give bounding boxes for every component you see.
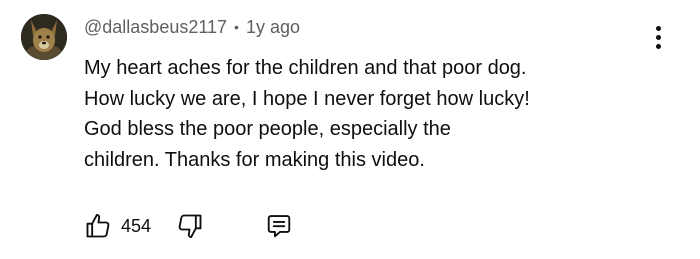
more-vertical-icon	[655, 25, 661, 31]
comment-meta: @dallasbeus2117 • 1y ago	[84, 15, 300, 39]
avatar-dog-image	[21, 14, 67, 60]
reply-comment-icon	[267, 215, 291, 238]
comment-text: My heart aches for the children and that…	[84, 53, 684, 175]
thumbs-down-icon	[178, 214, 202, 239]
comment-text-line: God bless the poor people, especially th…	[84, 118, 451, 140]
meta-separator: •	[234, 19, 239, 35]
like-button[interactable]: 454	[84, 208, 151, 244]
comment-text-line: My heart aches for the children and that…	[84, 57, 527, 79]
dislike-button[interactable]	[176, 208, 204, 244]
more-vertical-icon-dot	[655, 43, 661, 49]
comment-timestamp[interactable]: 1y ago	[246, 17, 300, 38]
author-name[interactable]: @dallasbeus2117	[84, 17, 227, 38]
thumbs-up-icon	[86, 213, 110, 238]
like-count: 454	[121, 215, 152, 236]
comment-text-line: children. Thanks for making this video.	[84, 148, 425, 171]
more-vertical-icon-dot	[655, 34, 661, 40]
avatar[interactable]	[21, 14, 67, 60]
reply-button[interactable]	[265, 208, 293, 244]
more-options-button[interactable]	[646, 22, 670, 52]
comment: @dallasbeus2117 • 1y ago My heart aches …	[0, 0, 700, 259]
comment-text-line: How lucky we are, I hope I never forget …	[84, 87, 530, 110]
